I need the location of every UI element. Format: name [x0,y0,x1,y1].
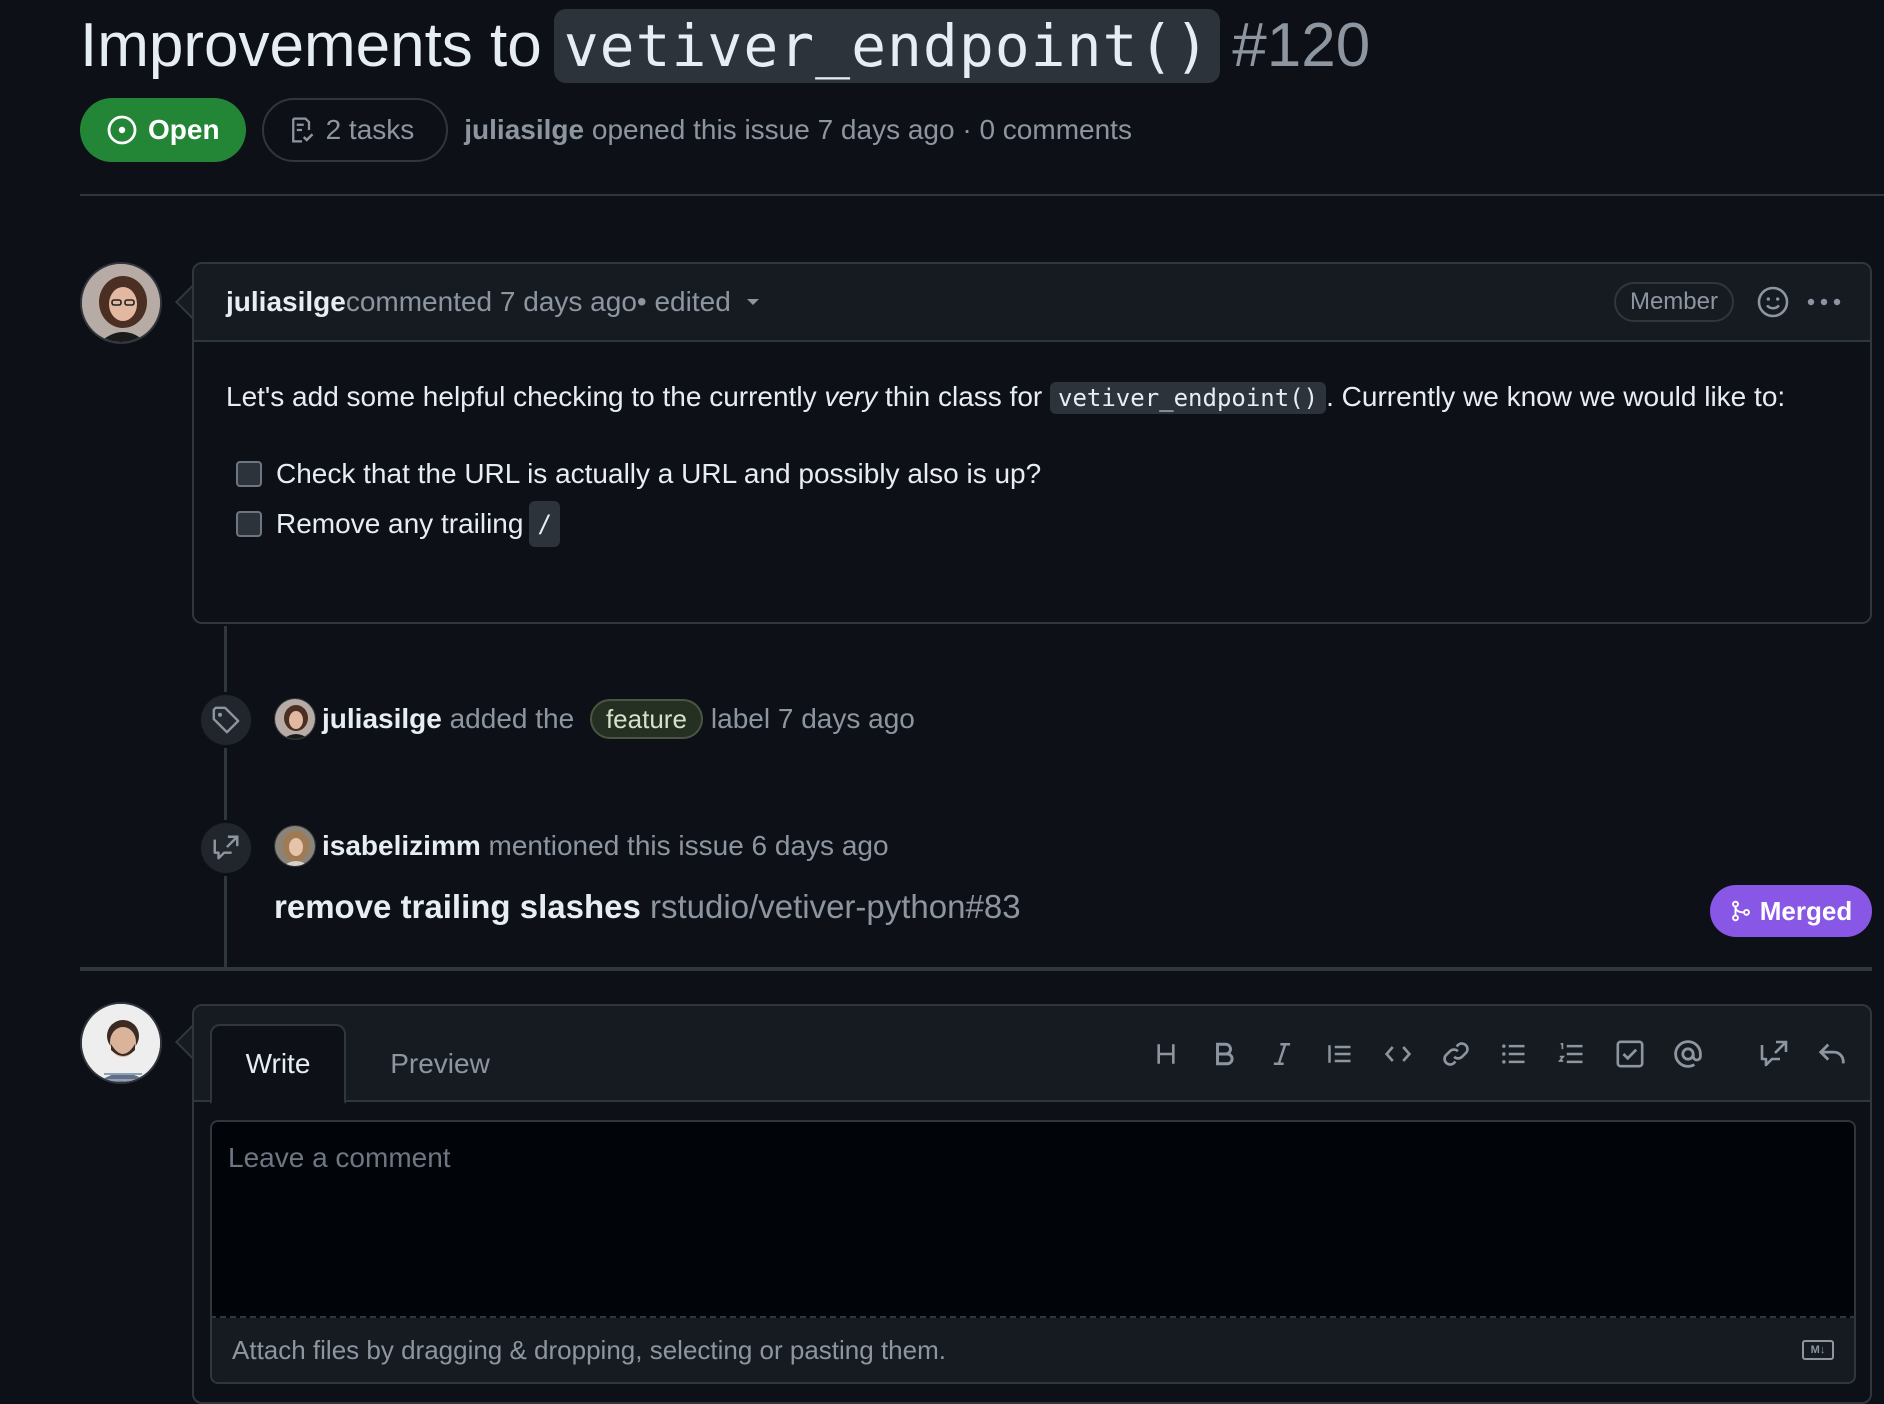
task-inline-code: / [529,501,560,547]
issue-number: #120 [1232,11,1371,80]
body-text-2: thin class for [877,381,1050,412]
task-text: Remove any trailing [276,508,524,539]
cross-reference-icon [198,820,254,876]
markdown-icon[interactable]: M↓ [1802,1340,1834,1360]
issue-title-code: vetiver_endpoint() [553,9,1221,83]
tasks-count: 2 tasks [325,114,415,145]
issue-title-prefix: Improvements to [80,11,542,80]
attach-files-text: Attach files by dragging & dropping, sel… [232,1334,946,1365]
git-merge-icon [1730,899,1752,923]
member-badge: Member [1613,282,1734,322]
referenced-pr[interactable]: remove trailing slashes rstudio/vetiver-… [274,888,1021,926]
merged-label: Merged [1759,895,1853,926]
current-user-avatar[interactable] [80,1002,162,1084]
comment-body: Let's add some helpful checking to the c… [194,342,1870,549]
timeline-line [224,626,227,968]
body-inline-code: vetiver_endpoint() [1050,382,1327,414]
issue-opened-icon [106,114,138,146]
comment-meta[interactable]: commented 7 days ago [346,286,637,318]
open-state-badge: Open [80,98,246,162]
issue-body-comment: juliasilge commented 7 days ago • edited… [192,262,1872,624]
issue-author-link[interactable]: juliasilge [464,114,584,145]
comment-paragraph: Let's add some helpful checking to the c… [226,376,1838,419]
tag-icon [198,692,254,748]
body-emphasis: very [824,381,878,412]
numbered-list-icon[interactable] [1554,1036,1590,1072]
heading-icon[interactable] [1148,1036,1184,1072]
task-checkbox[interactable] [236,511,262,537]
feature-label[interactable]: feature [589,699,703,739]
markdown-toolbar [1148,1032,1850,1076]
caret-down-icon [745,297,761,307]
reference-icon[interactable] [1756,1036,1792,1072]
task-item: Check that the URL is actually a URL and… [226,449,1838,499]
body-text-3: . Currently we know we would like to: [1326,381,1786,412]
issue-title: Improvements to vetiver_endpoint() #120 [80,6,1370,86]
checklist-icon [288,115,316,145]
open-state-label: Open [148,114,220,145]
italic-icon[interactable] [1264,1036,1300,1072]
pr-ref[interactable]: rstudio/vetiver-python#83 [641,888,1021,925]
body-text-1: Let's add some helpful checking to the c… [226,381,825,412]
mention-text: mentioned this issue 6 days ago [480,830,889,861]
comment-header: juliasilge commented 7 days ago • edited… [194,264,1870,342]
quote-icon[interactable] [1322,1036,1358,1072]
actor-avatar[interactable] [274,698,316,740]
tab-preview[interactable]: Preview [370,1024,510,1104]
task-list-icon[interactable] [1612,1036,1648,1072]
link-icon[interactable] [1438,1036,1474,1072]
label-event-before: added the [441,703,582,734]
mention-actor[interactable]: isabelizimm [322,830,481,862]
author-avatar[interactable] [80,262,162,344]
code-icon[interactable] [1380,1036,1416,1072]
issue-state-row: Open 2 tasks juliasilge opened this issu… [80,98,1132,162]
tasks-badge[interactable]: 2 tasks [261,98,449,162]
opened-meta: juliasilge opened this issue 7 days ago … [464,114,1132,146]
merged-badge: Merged [1710,885,1872,937]
label-event-after: label 7 days ago [710,703,915,734]
pr-title[interactable]: remove trailing slashes [274,888,641,925]
opened-text: opened this issue 7 days ago · 0 comment… [584,114,1132,145]
mention-event: isabelizimm mentioned this issue 6 days … [274,825,889,867]
task-checkbox[interactable] [236,461,262,487]
task-item: Remove any trailing / [226,499,1838,549]
edited-dropdown[interactable]: • edited [637,286,761,318]
comment-author[interactable]: juliasilge [226,286,346,318]
mention-icon[interactable] [1670,1036,1706,1072]
task-text: Check that the URL is actually a URL and… [276,458,1042,489]
reply-icon[interactable] [1814,1036,1850,1072]
actor-avatar[interactable] [274,825,316,867]
label-event-actor[interactable]: juliasilge [322,703,442,735]
bulleted-list-icon[interactable] [1496,1036,1532,1072]
more-options-icon[interactable] [1806,297,1842,307]
edited-label: • edited [636,286,731,317]
header-divider [80,194,1884,196]
attach-files-bar[interactable]: Attach files by dragging & dropping, sel… [210,1318,1856,1384]
label-event: juliasilge added the feature label 7 day… [274,698,915,740]
add-reaction-icon[interactable] [1756,285,1790,319]
new-comment-form: Write Preview Leave a comment Attach fil… [192,1004,1872,1404]
timeline-end-divider [80,967,1872,971]
comment-textarea[interactable]: Leave a comment [210,1120,1856,1318]
tab-write[interactable]: Write [210,1024,346,1104]
bold-icon[interactable] [1206,1036,1242,1072]
